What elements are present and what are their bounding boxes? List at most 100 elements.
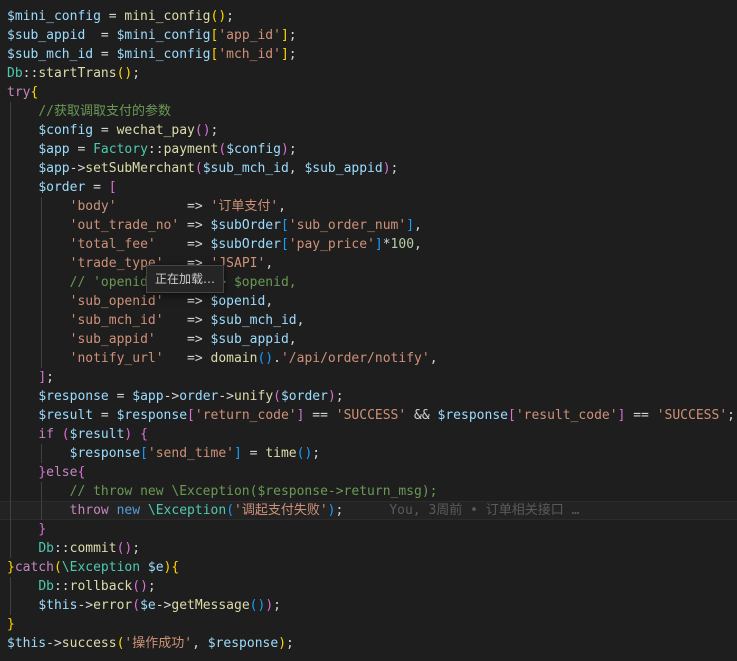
code-token: , bbox=[288, 332, 297, 347]
code-line[interactable]: 'sub_mch_id' => $sub_mch_id, bbox=[0, 311, 737, 330]
code-line[interactable]: $response['send_time'] = time(); bbox=[0, 444, 737, 463]
code-token: = bbox=[93, 47, 117, 62]
code-token: $mini_config bbox=[116, 47, 211, 62]
code-line[interactable]: 'total_fee' => $subOrder['pay_price']*10… bbox=[0, 235, 737, 254]
code-line[interactable]: // throw new \Exception($response->retur… bbox=[0, 482, 737, 501]
code-token: ( bbox=[218, 142, 227, 157]
code-token: $response bbox=[207, 636, 279, 651]
code-line[interactable]: throw new \Exception('调起支付失败'); You, 3周前 … bbox=[0, 501, 737, 520]
code-line[interactable]: //获取调取支付的参数 bbox=[0, 102, 737, 121]
code-token: [ bbox=[187, 408, 195, 423]
code-token: -> bbox=[77, 598, 94, 613]
code-token: { bbox=[30, 85, 39, 100]
code-token: = bbox=[85, 180, 109, 195]
code-line[interactable]: if ($result) { bbox=[0, 425, 737, 444]
code-token: = bbox=[100, 9, 125, 24]
loading-tooltip: 正在加载… bbox=[146, 265, 225, 293]
code-token: { bbox=[140, 427, 148, 442]
code-editor[interactable]: $mini_config = mini_config(); $sub_appid … bbox=[0, 0, 737, 661]
code-line[interactable]: }catch(\Exception $e){ bbox=[0, 558, 737, 577]
code-token: 'out_trade_no' bbox=[69, 218, 180, 233]
code-line[interactable]: } bbox=[0, 520, 737, 539]
code-line[interactable]: Db::startTrans(); bbox=[0, 64, 737, 83]
code-token: } bbox=[7, 560, 15, 575]
code-token: 'SUCCESS' bbox=[335, 408, 407, 423]
code-line[interactable]: 'sub_appid' => $sub_appid, bbox=[0, 330, 737, 349]
code-token: ; bbox=[46, 370, 54, 385]
code-token: 'pay_price' bbox=[288, 237, 375, 252]
code-token: Db bbox=[7, 66, 23, 81]
code-token: $e bbox=[140, 598, 156, 613]
code-token: == bbox=[304, 408, 336, 423]
code-token: $mini_config bbox=[7, 9, 101, 24]
code-line[interactable]: ]; bbox=[0, 368, 737, 387]
code-token: () bbox=[296, 446, 313, 461]
code-token: } bbox=[38, 522, 47, 537]
code-line[interactable]: $app->setSubMerchant($sub_mch_id, $sub_a… bbox=[0, 159, 737, 178]
code-line[interactable]: Db::commit(); bbox=[0, 539, 737, 558]
code-token: $response bbox=[69, 446, 141, 461]
code-line[interactable]: Db::rollback(); bbox=[0, 577, 737, 596]
code-token: 'return_code' bbox=[194, 408, 297, 423]
code-token: && bbox=[406, 408, 438, 423]
code-token: = bbox=[108, 389, 133, 404]
code-token: ) bbox=[327, 389, 336, 404]
code-token: ; bbox=[273, 598, 281, 613]
code-token: = bbox=[241, 446, 266, 461]
code-line[interactable]: } bbox=[0, 615, 737, 634]
code-line[interactable]: $app = Factory::payment($config); bbox=[0, 140, 737, 159]
code-token: -> bbox=[218, 389, 235, 404]
code-token: = bbox=[69, 142, 94, 157]
code-token: ] bbox=[374, 237, 383, 252]
code-token: ( bbox=[61, 427, 70, 442]
code-line[interactable]: 'notify_url' => domain().'/api/order/not… bbox=[0, 349, 737, 368]
code-line[interactable]: $mini_config = mini_config(); bbox=[0, 7, 737, 26]
code-token: ( bbox=[132, 598, 141, 613]
code-line[interactable]: // 'openid' => $openid, bbox=[0, 273, 737, 292]
git-blame-annotation: You, 3周前 • 订单相关接口 … bbox=[389, 503, 580, 518]
code-token: $this bbox=[38, 598, 78, 613]
code-line[interactable]: $this->error($e->getMessage()); bbox=[0, 596, 737, 615]
code-token: $order bbox=[280, 389, 328, 404]
code-line[interactable]: $response = $app->order->unify($order); bbox=[0, 387, 737, 406]
code-line[interactable]: $result = $response['return_code'] == 'S… bbox=[0, 406, 737, 425]
code-token: '调起支付失败' bbox=[234, 503, 328, 518]
code-line[interactable]: $sub_appid = $mini_config['app_id']; bbox=[0, 26, 737, 45]
code-line[interactable]: 'body' => '订单支付', bbox=[0, 197, 737, 216]
code-token: :: bbox=[22, 66, 39, 81]
code-token: $sub_appid bbox=[210, 332, 289, 347]
code-line[interactable]: $config = wechat_pay(); bbox=[0, 121, 737, 140]
code-line[interactable]: $order = [ bbox=[0, 178, 737, 197]
code-token: \Exception bbox=[147, 503, 227, 518]
code-token: () bbox=[210, 9, 227, 24]
code-token: $openid bbox=[210, 294, 266, 309]
code-line[interactable]: $this->success('操作成功', $response); bbox=[0, 634, 737, 653]
code-token: () bbox=[249, 598, 266, 613]
code-line[interactable]: }else{ bbox=[0, 463, 737, 482]
code-line[interactable]: $sub_mch_id = $mini_config['mch_id']; bbox=[0, 45, 737, 64]
code-token: } bbox=[7, 617, 15, 632]
code-line[interactable]: 'trade_type' => 'JSAPI', bbox=[0, 254, 737, 273]
code-line[interactable]: try{ bbox=[0, 83, 737, 102]
code-line[interactable]: 'sub_openid' => $openid, bbox=[0, 292, 737, 311]
code-line[interactable]: 'out_trade_no' => $subOrder['sub_order_n… bbox=[0, 216, 737, 235]
code-token: ] bbox=[234, 446, 242, 461]
code-token: payment bbox=[163, 142, 219, 157]
code-token: Db bbox=[38, 579, 54, 594]
